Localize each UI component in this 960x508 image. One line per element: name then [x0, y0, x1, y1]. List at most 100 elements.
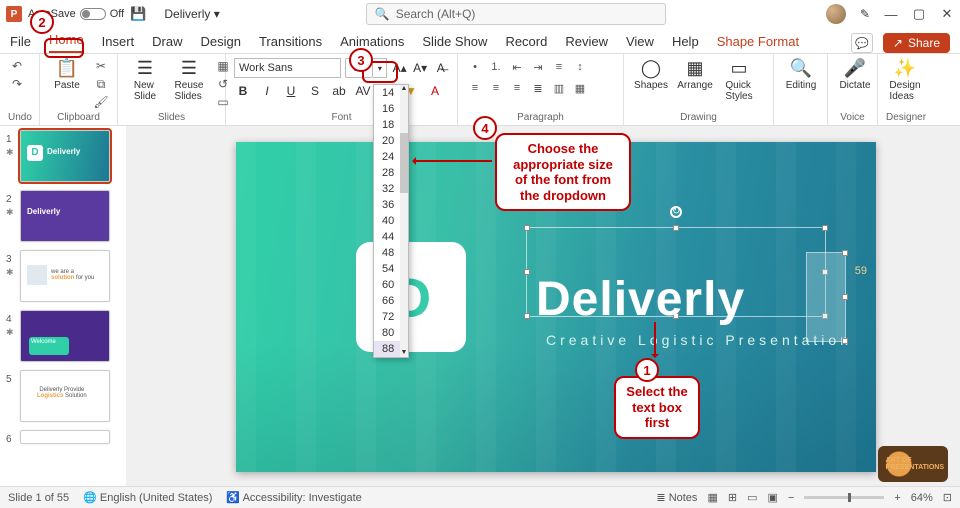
- smartart-button[interactable]: ▦: [571, 79, 589, 97]
- font-name-select[interactable]: Work Sans: [234, 58, 341, 78]
- bold-button[interactable]: B: [234, 82, 252, 100]
- search-input[interactable]: 🔍 Search (Alt+Q): [366, 3, 666, 25]
- zoom-level[interactable]: 64%: [911, 492, 933, 504]
- font-size-option[interactable]: 60: [374, 277, 400, 293]
- text-direction-button[interactable]: ↕: [571, 58, 589, 76]
- tab-transitions[interactable]: Transitions: [259, 34, 322, 53]
- fit-button[interactable]: ⊡: [943, 491, 952, 504]
- handle-se[interactable]: [822, 313, 828, 319]
- font-size-option[interactable]: 28: [374, 165, 400, 181]
- tab-animations[interactable]: Animations: [340, 34, 404, 53]
- thumbnail-6[interactable]: [20, 430, 110, 444]
- tab-shape-format[interactable]: Shape Format: [717, 34, 799, 53]
- copy-button[interactable]: ⧉: [92, 76, 110, 92]
- zoom-in-button[interactable]: +: [894, 492, 900, 504]
- view-reading-button[interactable]: ▭: [747, 491, 757, 504]
- shape-handle[interactable]: [842, 338, 848, 344]
- font-size-option[interactable]: 32: [374, 181, 400, 197]
- slide-title-text[interactable]: Deliverly: [536, 272, 745, 327]
- autosave-toggle[interactable]: [80, 8, 106, 20]
- dictate-button[interactable]: 🎤Dictate: [836, 58, 874, 91]
- thumbnail-3[interactable]: we are asolution for you: [20, 250, 110, 302]
- numbering-button[interactable]: 1.: [487, 58, 505, 76]
- textbox-selection[interactable]: [526, 227, 826, 317]
- maximize-button[interactable]: ▢: [912, 6, 926, 22]
- align-center-button[interactable]: ≡: [487, 79, 505, 97]
- view-sorter-button[interactable]: ⊞: [728, 491, 737, 504]
- shape-handle[interactable]: [842, 294, 848, 300]
- tab-file[interactable]: File: [10, 34, 31, 53]
- thumbnail-1[interactable]: DDeliverly: [20, 130, 110, 182]
- side-shape[interactable]: 59: [806, 252, 846, 342]
- columns-button[interactable]: ▥: [550, 79, 568, 97]
- tab-help[interactable]: Help: [672, 34, 699, 53]
- font-size-option[interactable]: 54: [374, 261, 400, 277]
- zoom-out-button[interactable]: −: [788, 492, 794, 504]
- strike-button[interactable]: S: [306, 82, 324, 100]
- tab-draw[interactable]: Draw: [152, 34, 182, 53]
- font-size-option[interactable]: 72: [374, 309, 400, 325]
- quick-styles-button[interactable]: ▭Quick Styles: [720, 58, 758, 102]
- view-normal-button[interactable]: ▦: [707, 491, 717, 504]
- lang-indicator[interactable]: 🌐 English (United States): [83, 491, 212, 504]
- font-size-option[interactable]: 40: [374, 213, 400, 229]
- font-size-dropdown[interactable]: 1416182024283236404448546066728088 ▲ ▼: [373, 84, 409, 358]
- shape-handle[interactable]: [842, 250, 848, 256]
- handle-w[interactable]: [524, 269, 530, 275]
- font-size-option[interactable]: 18: [374, 117, 400, 133]
- indent-inc-button[interactable]: ⇥: [529, 58, 547, 76]
- rotate-handle[interactable]: [670, 206, 682, 218]
- editing-button[interactable]: 🔍Editing: [782, 58, 820, 91]
- paste-button[interactable]: 📋Paste: [48, 58, 86, 91]
- underline-button[interactable]: U: [282, 82, 300, 100]
- accessibility-indicator[interactable]: ♿ Accessibility: Investigate: [226, 491, 361, 504]
- clear-format-button[interactable]: A̶: [432, 59, 449, 77]
- tab-design[interactable]: Design: [201, 34, 241, 53]
- font-size-option[interactable]: 44: [374, 229, 400, 245]
- dropdown-scrollbar[interactable]: ▲ ▼: [400, 85, 408, 357]
- save-icon[interactable]: 💾: [130, 6, 146, 22]
- arrange-button[interactable]: ▦Arrange: [676, 58, 714, 91]
- tab-view[interactable]: View: [626, 34, 654, 53]
- justify-button[interactable]: ≣: [529, 79, 547, 97]
- font-size-option[interactable]: 20: [374, 133, 400, 149]
- document-title[interactable]: Deliverly ▾: [164, 7, 219, 21]
- close-button[interactable]: ✕: [940, 6, 954, 22]
- font-size-option[interactable]: 88: [374, 341, 400, 357]
- design-ideas-button[interactable]: ✨Design Ideas: [886, 58, 924, 102]
- align-right-button[interactable]: ≡: [508, 79, 526, 97]
- indent-dec-button[interactable]: ⇤: [508, 58, 526, 76]
- italic-button[interactable]: I: [258, 82, 276, 100]
- font-size-option[interactable]: 36: [374, 197, 400, 213]
- font-size-option[interactable]: 66: [374, 293, 400, 309]
- font-size-option[interactable]: 16: [374, 101, 400, 117]
- view-slideshow-button[interactable]: ▣: [767, 491, 777, 504]
- line-spacing-button[interactable]: ≡: [550, 58, 568, 76]
- decrease-font-button[interactable]: A▾: [412, 59, 429, 77]
- tab-record[interactable]: Record: [505, 34, 547, 53]
- reuse-slides-button[interactable]: ☰Reuse Slides: [170, 58, 208, 102]
- spacing-button[interactable]: AV: [354, 82, 372, 100]
- thumbnail-4[interactable]: Welcome: [20, 310, 110, 362]
- format-painter-button[interactable]: 🖌: [92, 94, 110, 110]
- handle-s[interactable]: [673, 313, 679, 319]
- shadow-button[interactable]: ab: [330, 82, 348, 100]
- cut-button[interactable]: ✂: [92, 58, 110, 74]
- bullets-button[interactable]: •: [466, 58, 484, 76]
- ribbon-mode-icon[interactable]: ✎: [860, 7, 870, 21]
- tab-insert[interactable]: Insert: [102, 34, 135, 53]
- handle-nw[interactable]: [524, 225, 530, 231]
- handle-e[interactable]: [822, 269, 828, 275]
- align-left-button[interactable]: ≡: [466, 79, 484, 97]
- shapes-button[interactable]: ◯Shapes: [632, 58, 670, 91]
- thumbnail-5[interactable]: Deliverly ProvideLogistics Solution: [20, 370, 110, 422]
- thumbnail-2[interactable]: Deliverly: [20, 190, 110, 242]
- handle-ne[interactable]: [822, 225, 828, 231]
- new-slide-button[interactable]: ☰New Slide: [126, 58, 164, 102]
- font-color-button[interactable]: A: [426, 82, 444, 100]
- share-button[interactable]: ↗ Share: [883, 33, 950, 53]
- comments-button[interactable]: 💬: [851, 33, 873, 53]
- font-size-option[interactable]: 14: [374, 85, 400, 101]
- notes-button[interactable]: ≣ Notes: [656, 491, 697, 504]
- minimize-button[interactable]: —: [884, 7, 898, 22]
